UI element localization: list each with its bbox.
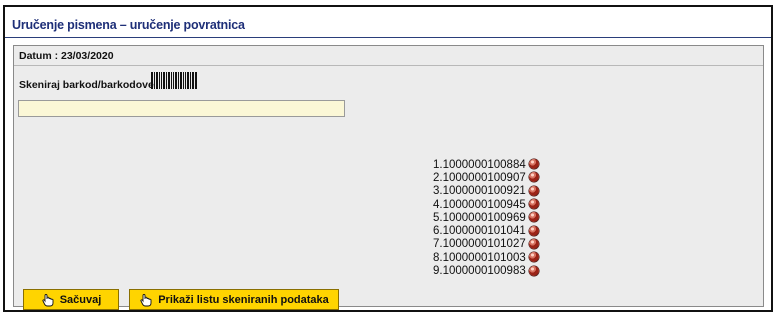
item-index: 5. — [433, 211, 443, 224]
hand-pointer-icon — [140, 293, 152, 306]
list-item: 8. 1000000101003 — [433, 251, 539, 264]
date-row: Datum : 23/03/2020 — [14, 46, 763, 66]
show-scanned-list-button[interactable]: Prikaži listu skeniranih podataka — [129, 289, 339, 310]
list-item: 6. 1000000101041 — [433, 224, 539, 237]
status-dot-red-icon[interactable] — [528, 199, 539, 210]
list-item: 2. 1000000100907 — [433, 171, 539, 184]
item-index: 9. — [433, 265, 443, 278]
hand-pointer-icon — [42, 293, 54, 306]
item-index: 6. — [433, 225, 443, 238]
item-index: 1. — [433, 158, 443, 171]
status-dot-red-icon[interactable] — [528, 252, 539, 263]
barcode-input[interactable] — [18, 100, 345, 117]
list-item: 4. 1000000100945 — [433, 198, 539, 211]
status-dot-red-icon[interactable] — [528, 185, 539, 196]
item-code: 1000000101003 — [442, 251, 526, 264]
item-code: 1000000100983 — [442, 265, 526, 278]
page-title: Uručenje pismena – uručenje povratnica — [12, 18, 245, 32]
barcode-icon — [151, 72, 197, 89]
scanned-barcode-list: 1. 1000000100884 2. 1000000100907 3. 100000… — [433, 158, 539, 278]
status-dot-red-icon[interactable] — [528, 265, 539, 276]
list-item: 9. 1000000100983 — [433, 264, 539, 277]
scan-panel: Datum : 23/03/2020 Skeniraj barkod/barko… — [13, 45, 764, 310]
list-item: 1. 1000000100884 — [433, 158, 539, 171]
item-index: 4. — [433, 198, 443, 211]
item-code: 1000000100907 — [442, 171, 526, 184]
item-index: 2. — [433, 171, 443, 184]
date-label: Datum : 23/03/2020 — [19, 50, 114, 62]
scan-label: Skeniraj barkod/barkodove — [19, 79, 154, 91]
item-index: 7. — [433, 238, 443, 251]
item-code: 1000000100969 — [442, 211, 526, 224]
item-code: 1000000101041 — [442, 225, 526, 238]
status-dot-red-icon[interactable] — [528, 159, 539, 170]
list-item: 7. 1000000101027 — [433, 238, 539, 251]
status-dot-red-icon[interactable] — [528, 238, 539, 249]
item-index: 3. — [433, 185, 443, 198]
save-button-label: Sačuvaj — [59, 293, 102, 306]
save-button[interactable]: Sačuvaj — [23, 289, 119, 310]
item-code: 1000000100945 — [442, 198, 526, 211]
list-item: 5. 1000000100969 — [433, 211, 539, 224]
list-item: 3. 1000000100921 — [433, 185, 539, 198]
item-index: 8. — [433, 251, 443, 264]
item-code: 1000000100884 — [442, 158, 526, 171]
item-code: 1000000101027 — [442, 238, 526, 251]
app-window: Uručenje pismena – uručenje povratnica D… — [3, 5, 773, 312]
status-dot-red-icon[interactable] — [528, 225, 539, 236]
status-dot-red-icon[interactable] — [528, 212, 539, 223]
status-dot-red-icon[interactable] — [528, 172, 539, 183]
item-code: 1000000100921 — [442, 185, 526, 198]
window-header: Uručenje pismena – uručenje povratnica — [5, 7, 771, 38]
show-list-button-label: Prikaži listu skeniranih podataka — [158, 293, 329, 306]
